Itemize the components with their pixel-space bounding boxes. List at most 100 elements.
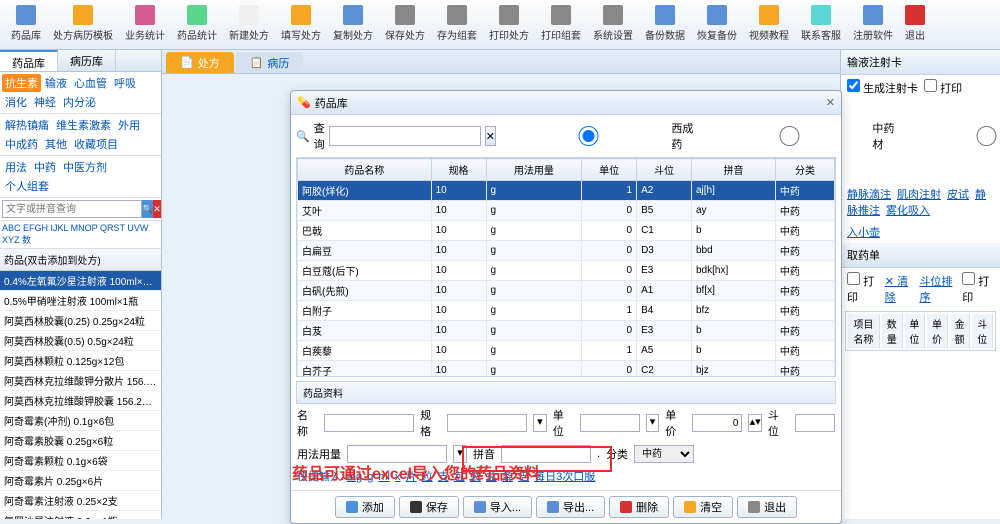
cb-print3[interactable]: 打印 xyxy=(962,272,994,305)
rplink-雾化吸入[interactable]: 雾化吸入 xyxy=(886,205,930,217)
filter-收藏项目[interactable]: 收藏项目 xyxy=(71,135,121,153)
toolbar-退出[interactable]: 退出 xyxy=(899,3,931,46)
dialog-search-input[interactable] xyxy=(329,126,481,146)
toolbar-存为组套[interactable]: 存为组套 xyxy=(431,3,483,46)
table-row[interactable]: 白矾(先煎)10g0A1bf[x]中药 xyxy=(298,281,835,301)
table-row[interactable]: 白芥子10g0C2bjz中药 xyxy=(298,361,835,378)
toolbar-填写处方[interactable]: 填写处方 xyxy=(275,3,327,46)
cb-print2[interactable]: 打印 xyxy=(847,272,879,305)
toolbar-注册软件[interactable]: 注册软件 xyxy=(847,3,899,46)
radio-收费项目[interactable]: 收费项目 xyxy=(910,120,1000,152)
drug-item[interactable]: 阿奇霉素注射液 0.25×2支 xyxy=(0,491,161,511)
toolbar-药品库[interactable]: 药品库 xyxy=(5,3,47,46)
filter-外用[interactable]: 外用 xyxy=(115,116,143,134)
radio-中药材[interactable]: 中药材 xyxy=(709,120,902,152)
close-icon[interactable]: ✕ xyxy=(826,96,835,109)
toolbar-新建处方[interactable]: 新建处方 xyxy=(223,3,275,46)
filter-消化[interactable]: 消化 xyxy=(2,93,30,111)
filter-抗生素[interactable]: 抗生素 xyxy=(2,74,41,92)
table-row[interactable]: 白扁豆10g0D3bbd中药 xyxy=(298,241,835,261)
table-row[interactable]: 艾叶10g0B5ay中药 xyxy=(298,201,835,221)
tab-druglib[interactable]: 药品库 xyxy=(0,50,58,71)
rplink-皮试[interactable]: 皮试 xyxy=(947,189,969,201)
toolbar-备份数据[interactable]: 备份数据 xyxy=(639,3,691,46)
btn-导出...[interactable]: 导出... xyxy=(536,496,605,518)
dialog-search-button[interactable]: ✕ xyxy=(485,126,496,146)
filter-用法[interactable]: 用法 xyxy=(2,158,30,176)
filter-心血管[interactable]: 心血管 xyxy=(71,74,110,92)
drug-item[interactable]: 阿莫西林颗粒 0.125g×12包 xyxy=(0,351,161,371)
drug-item[interactable]: 0.4%左氧氟沙星注射液 100ml×1瓶 xyxy=(0,271,161,291)
toolbar-复制处方[interactable]: 复制处方 xyxy=(327,3,379,46)
abc-filter[interactable]: ABC EFGH IJKL MNOP QRST UVW XYZ 数 xyxy=(0,221,161,249)
rplink-静脉滴注[interactable]: 静脉滴注 xyxy=(847,189,891,201)
btn-添加[interactable]: 添加 xyxy=(335,496,395,518)
filter-神经[interactable]: 神经 xyxy=(31,93,59,111)
toolbar-打印组套[interactable]: 打印组套 xyxy=(535,3,587,46)
drug-item[interactable]: 阿莫西林克拉维酸钾胶囊 156.25mg×12粒 xyxy=(0,391,161,411)
filter-其他[interactable]: 其他 xyxy=(42,135,70,153)
link-xiaohukou[interactable]: 入小壶 xyxy=(847,227,880,239)
drug-item[interactable]: 阿莫西林胶囊(0.25) 0.25g×24粒 xyxy=(0,311,161,331)
filter-解热镇痛[interactable]: 解热镇痛 xyxy=(2,116,52,134)
toolbar-视频教程[interactable]: 视频教程 xyxy=(743,3,795,46)
drug-item[interactable]: 阿奇霉素胶囊 0.25g×6粒 xyxy=(0,431,161,451)
drug-item[interactable]: 0.5%甲硝唑注射液 100ml×1瓶 xyxy=(0,291,161,311)
filter-内分泌[interactable]: 内分泌 xyxy=(60,93,99,111)
input-name[interactable] xyxy=(324,414,414,432)
btn-退出[interactable]: 退出 xyxy=(737,496,797,518)
spec-dropdown[interactable]: ▾ xyxy=(533,414,547,432)
toolbar-恢复备份[interactable]: 恢复备份 xyxy=(691,3,743,46)
filter-中成药[interactable]: 中成药 xyxy=(2,135,41,153)
drug-item[interactable]: 阿奇霉素(冲剂) 0.1g×6包 xyxy=(0,411,161,431)
table-row[interactable]: 阿胶(烊化)10g1A2aj[h]中药 xyxy=(298,181,835,201)
btn-导入...[interactable]: 导入... xyxy=(463,496,532,518)
toolbar-药品统计[interactable]: 药品统计 xyxy=(171,3,223,46)
quick-每日3次口服[interactable]: 每日3次口服 xyxy=(534,471,595,483)
drug-item[interactable]: 阿奇霉素颗粒 0.1g×6袋 xyxy=(0,451,161,471)
filter-中药[interactable]: 中药 xyxy=(31,158,59,176)
table-row[interactable]: 白豆蔻(后下)10g0E3bdk[hx]中药 xyxy=(298,261,835,281)
unit-dropdown[interactable]: ▾ xyxy=(646,414,660,432)
input-spec[interactable] xyxy=(447,414,527,432)
tab-recordlib[interactable]: 病历库 xyxy=(58,50,116,71)
clear-icon[interactable]: ✕ xyxy=(153,200,161,218)
toolbar-业务统计[interactable]: 业务统计 xyxy=(119,3,171,46)
filter-中医方剂[interactable]: 中医方剂 xyxy=(60,158,110,176)
table-row[interactable]: 白附子10g1B4bfz中药 xyxy=(298,301,835,321)
table-row[interactable]: 巴戟10g0C1b中药 xyxy=(298,221,835,241)
input-douwei[interactable] xyxy=(795,414,835,432)
search-icon[interactable]: 🔍 xyxy=(142,200,153,218)
cb-gencard[interactable]: 生成注射卡 xyxy=(847,79,918,96)
select-category[interactable]: 中药 xyxy=(634,445,694,463)
filter-个人组套[interactable]: 个人组套 xyxy=(2,177,52,195)
toolbar-联系客服[interactable]: 联系客服 xyxy=(795,3,847,46)
search-input[interactable] xyxy=(2,200,142,218)
filter-呼吸[interactable]: 呼吸 xyxy=(111,74,139,92)
drug-item[interactable]: 阿奇霉素片 0.25g×6片 xyxy=(0,471,161,491)
rplink-肌肉注射[interactable]: 肌肉注射 xyxy=(897,189,941,201)
toolbar-系统设置[interactable]: 系统设置 xyxy=(587,3,639,46)
filter-输液[interactable]: 输液 xyxy=(42,74,70,92)
toolbar-保存处方[interactable]: 保存处方 xyxy=(379,3,431,46)
table-row[interactable]: 白蒺藜10g1A5b中药 xyxy=(298,341,835,361)
cb-print1[interactable]: 打印 xyxy=(924,79,962,96)
btn-保存[interactable]: 保存 xyxy=(399,496,459,518)
table-row[interactable]: 白芨10g0E3b中药 xyxy=(298,321,835,341)
drug-item[interactable]: 氟罗沙星注射液 0.2g×1瓶 xyxy=(0,511,161,519)
main-tab-rx[interactable]: 📄处方 xyxy=(166,52,234,73)
input-unit[interactable] xyxy=(580,414,640,432)
toolbar-打印处方[interactable]: 打印处方 xyxy=(483,3,535,46)
filter-维生素激素[interactable]: 维生素激素 xyxy=(53,116,114,134)
radio-西成药[interactable]: 西成药 xyxy=(508,120,701,152)
drug-item[interactable]: 阿莫西林胶囊(0.5) 0.5g×24粒 xyxy=(0,331,161,351)
input-price[interactable] xyxy=(692,414,742,432)
toolbar-处方病历模板[interactable]: 处方病历模板 xyxy=(47,3,119,46)
btn-清空[interactable]: 清空 xyxy=(673,496,733,518)
price-stepper[interactable]: ▴▾ xyxy=(748,414,762,432)
link-sort[interactable]: 斗位排序 xyxy=(919,273,956,305)
main-tab-record[interactable]: 📋病历 xyxy=(236,52,304,73)
btn-删除[interactable]: 删除 xyxy=(609,496,669,518)
drug-item[interactable]: 阿莫西林克拉维酸钾分散片 156.25mg×18片 xyxy=(0,371,161,391)
link-clear[interactable]: ✕ 清除 xyxy=(885,273,914,305)
